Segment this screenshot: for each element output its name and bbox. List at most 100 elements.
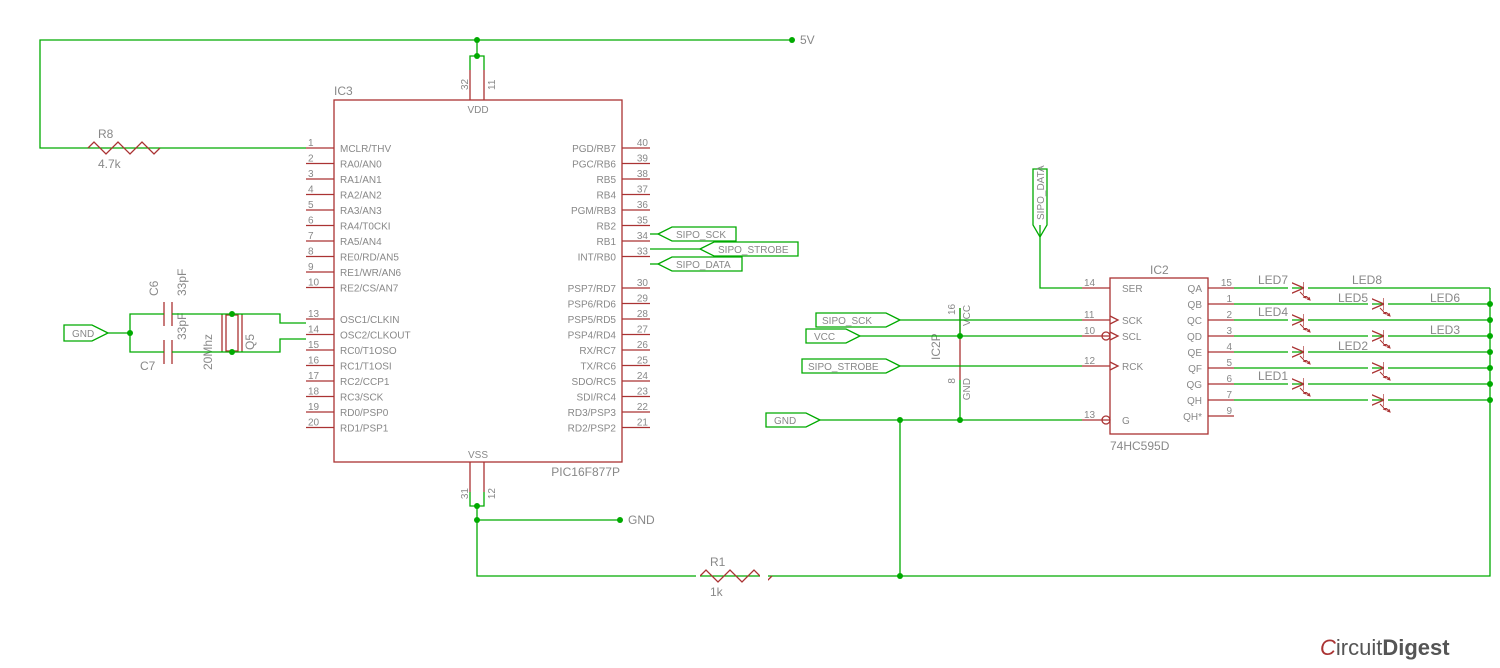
svg-text:RB2: RB2 bbox=[597, 222, 617, 233]
svg-text:SIPO_SCK: SIPO_SCK bbox=[676, 230, 726, 241]
svg-text:40: 40 bbox=[637, 138, 649, 149]
led-label-6: LED2 bbox=[1338, 339, 1368, 353]
r1-val: 1k bbox=[710, 585, 724, 599]
svg-text:QH*: QH* bbox=[1183, 412, 1202, 423]
svg-text:SIPO_DATA: SIPO_DATA bbox=[1036, 165, 1047, 220]
svg-text:RC0/T1OSO: RC0/T1OSO bbox=[340, 346, 397, 357]
svg-text:24: 24 bbox=[637, 371, 649, 382]
svg-text:RB5: RB5 bbox=[597, 175, 617, 186]
svg-text:10: 10 bbox=[1084, 326, 1096, 337]
led-label-5: LED3 bbox=[1430, 323, 1460, 337]
svg-text:38: 38 bbox=[637, 169, 649, 180]
svg-text:RA5/AN4: RA5/AN4 bbox=[340, 237, 382, 248]
svg-text:14: 14 bbox=[308, 325, 320, 336]
svg-text:SIPO_STROBE: SIPO_STROBE bbox=[718, 245, 789, 256]
svg-text:4: 4 bbox=[308, 185, 314, 196]
svg-text:20: 20 bbox=[308, 418, 320, 429]
svg-text:SDO/RC5: SDO/RC5 bbox=[572, 377, 617, 388]
c7 bbox=[164, 340, 172, 364]
svg-text:3: 3 bbox=[1226, 326, 1232, 337]
svg-text:QG: QG bbox=[1186, 380, 1202, 391]
ic3-ref: IC3 bbox=[334, 84, 353, 98]
svg-text:RX/RC7: RX/RC7 bbox=[579, 346, 616, 357]
svg-text:G: G bbox=[1122, 416, 1130, 427]
svg-text:12: 12 bbox=[1084, 356, 1096, 367]
svg-text:14: 14 bbox=[1084, 278, 1096, 289]
svg-text:2: 2 bbox=[1226, 310, 1232, 321]
ic3-vss: VSS bbox=[468, 450, 488, 461]
svg-text:15: 15 bbox=[308, 340, 320, 351]
led-label-4: LED4 bbox=[1258, 305, 1288, 319]
svg-text:27: 27 bbox=[637, 325, 649, 336]
svg-text:16: 16 bbox=[947, 303, 958, 315]
svg-text:34: 34 bbox=[637, 231, 649, 242]
r1-ref: R1 bbox=[710, 555, 726, 569]
r8-val: 4.7k bbox=[98, 157, 122, 171]
svg-text:C6: C6 bbox=[147, 280, 161, 296]
c6 bbox=[164, 302, 172, 326]
ic2p-ref: IC2P bbox=[929, 333, 943, 360]
svg-text:SDI/RC4: SDI/RC4 bbox=[577, 393, 617, 404]
logo: CircuitDigest bbox=[1320, 635, 1450, 660]
svg-text:16: 16 bbox=[308, 356, 320, 367]
svg-text:GND: GND bbox=[962, 378, 973, 400]
svg-text:RA0/AN0: RA0/AN0 bbox=[340, 160, 382, 171]
svg-text:33pF: 33pF bbox=[175, 269, 189, 296]
svg-text:4: 4 bbox=[1226, 342, 1232, 353]
svg-text:RD3/PSP3: RD3/PSP3 bbox=[568, 408, 617, 419]
svg-text:6: 6 bbox=[308, 216, 314, 227]
svg-text:QD: QD bbox=[1187, 332, 1202, 343]
svg-text:8: 8 bbox=[947, 378, 958, 384]
svg-text:25: 25 bbox=[637, 356, 649, 367]
led-label-1: LED8 bbox=[1352, 273, 1382, 287]
svg-text:RE1/WR/AN6: RE1/WR/AN6 bbox=[340, 268, 402, 279]
svg-text:33pF: 33pF bbox=[175, 313, 189, 340]
svg-text:8: 8 bbox=[308, 247, 314, 258]
svg-text:7: 7 bbox=[1226, 390, 1232, 401]
led-label-7: LED1 bbox=[1258, 369, 1288, 383]
nettag-strobe-out: SIPO_STROBE bbox=[700, 242, 798, 256]
svg-text:INT/RB0: INT/RB0 bbox=[578, 253, 617, 264]
svg-text:RC3/SCK: RC3/SCK bbox=[340, 393, 384, 404]
ic2-part: 74HC595D bbox=[1110, 439, 1170, 453]
svg-text:PSP6/RD6: PSP6/RD6 bbox=[568, 300, 617, 311]
nettag-sck-out: SIPO_SCK bbox=[658, 227, 736, 241]
svg-text:5: 5 bbox=[308, 200, 314, 211]
svg-text:OSC1/CLKIN: OSC1/CLKIN bbox=[340, 315, 399, 326]
svg-text:QH: QH bbox=[1187, 396, 1202, 407]
svg-text:35: 35 bbox=[637, 216, 649, 227]
svg-text:QA: QA bbox=[1188, 284, 1203, 295]
svg-text:5: 5 bbox=[1226, 358, 1232, 369]
nettag-data-out: SIPO_DATA bbox=[658, 257, 742, 271]
svg-text:C7: C7 bbox=[140, 359, 156, 373]
svg-text:19: 19 bbox=[308, 402, 320, 413]
svg-text:SIPO_SCK: SIPO_SCK bbox=[822, 316, 872, 327]
svg-text:SIPO_STROBE: SIPO_STROBE bbox=[808, 362, 879, 373]
svg-text:26: 26 bbox=[637, 340, 649, 351]
svg-text:RB1: RB1 bbox=[597, 237, 617, 248]
svg-text:QB: QB bbox=[1188, 300, 1203, 311]
svg-text:RD0/PSP0: RD0/PSP0 bbox=[340, 408, 389, 419]
svg-text:GND: GND bbox=[774, 416, 796, 427]
svg-text:PSP7/RD7: PSP7/RD7 bbox=[568, 284, 617, 295]
svg-text:VCC: VCC bbox=[814, 332, 835, 343]
svg-text:PGC/RB6: PGC/RB6 bbox=[572, 160, 616, 171]
svg-text:SCK: SCK bbox=[1122, 316, 1143, 327]
svg-text:OSC2/CLKOUT: OSC2/CLKOUT bbox=[340, 331, 411, 342]
svg-text:39: 39 bbox=[637, 154, 649, 165]
svg-text:29: 29 bbox=[637, 294, 649, 305]
svg-text:RA4/T0CKI: RA4/T0CKI bbox=[340, 222, 391, 233]
svg-text:VCC: VCC bbox=[962, 305, 973, 326]
svg-text:SCL: SCL bbox=[1122, 332, 1142, 343]
svg-text:RC2/CCP1: RC2/CCP1 bbox=[340, 377, 390, 388]
nettag-sck-in: SIPO_SCK bbox=[816, 313, 900, 327]
led-label-3: LED6 bbox=[1430, 291, 1460, 305]
svg-text:RA1/AN1: RA1/AN1 bbox=[340, 175, 382, 186]
svg-text:3: 3 bbox=[308, 169, 314, 180]
svg-text:Q5: Q5 bbox=[243, 334, 257, 350]
ic2-ref: IC2 bbox=[1150, 263, 1169, 277]
svg-text:SER: SER bbox=[1122, 284, 1143, 295]
svg-text:1: 1 bbox=[308, 138, 314, 149]
svg-text:PSP4/RD4: PSP4/RD4 bbox=[568, 331, 617, 342]
svg-text:RCK: RCK bbox=[1122, 362, 1143, 373]
